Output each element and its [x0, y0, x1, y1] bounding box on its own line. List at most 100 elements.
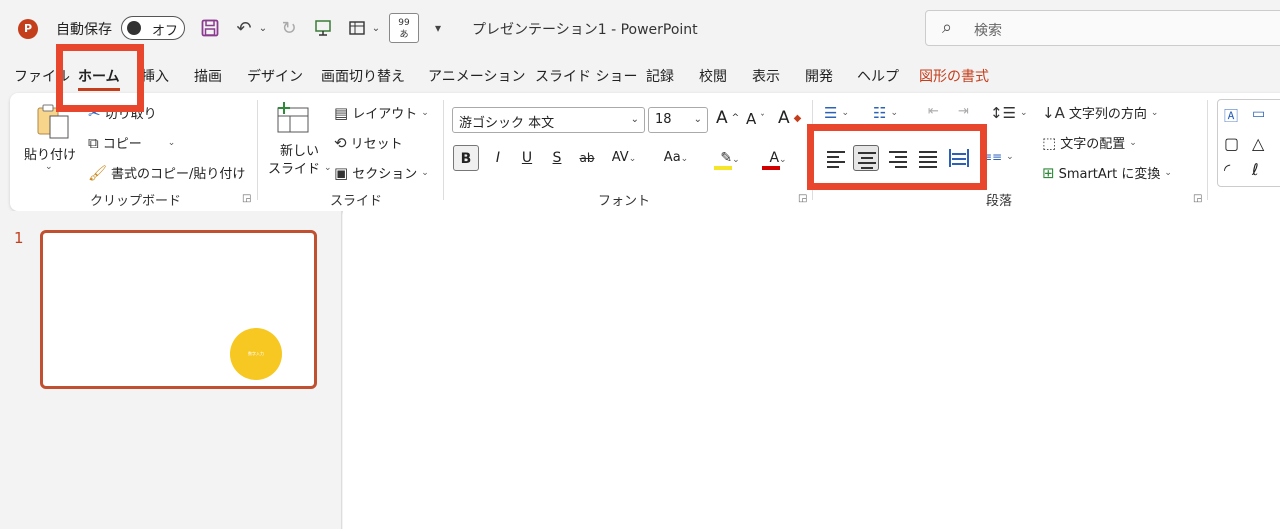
tab-draw[interactable]: 描画 — [194, 66, 222, 86]
rounded-rectangle-icon[interactable]: ▢ — [1224, 134, 1239, 153]
tab-insert[interactable]: 挿入 — [141, 66, 169, 86]
shape-gallery[interactable]: 🄰 ▭ ▢ △ ◜ ℓ — [1217, 99, 1280, 187]
increase-font-size-icon[interactable]: A ^ — [716, 108, 739, 128]
paste-dropdown-icon[interactable]: ⌄ — [45, 162, 53, 172]
scribble-icon[interactable]: ℓ — [1252, 160, 1259, 179]
new-slide-dropdown-icon: ⌄ — [324, 162, 332, 173]
group-separator — [257, 100, 258, 200]
font-color-swatch — [762, 166, 780, 170]
home-tab-highlight — [56, 44, 144, 112]
format-painter-button[interactable]: 🖌 書式のコピー/貼り付け — [88, 163, 246, 183]
layout-icon: ▤ — [334, 103, 349, 122]
bold-icon[interactable]: B — [453, 145, 479, 171]
line-spacing-icon: ↕☰ — [990, 104, 1017, 122]
tab-review[interactable]: 校閲 — [699, 66, 727, 86]
tab-slideshow[interactable]: スライド ショー — [535, 66, 637, 86]
slide-number: 1 — [14, 229, 24, 247]
chevron-down-icon: ⌄ — [841, 108, 849, 118]
customize-quick-access-icon[interactable]: ▾ — [430, 14, 446, 42]
text-box-icon[interactable]: 🄰 — [1224, 106, 1238, 126]
new-slide-label-2: スライド — [268, 162, 321, 177]
badge-top: 99 — [398, 18, 410, 28]
new-slide-button[interactable]: スライド ⌄ — [268, 158, 332, 177]
tab-developer[interactable]: 開発 — [805, 66, 833, 86]
font-name-select[interactable]: 游ゴシック 本文 ⌄ — [452, 107, 645, 133]
align-text-icon: ⬚ — [1042, 133, 1057, 152]
copy-dropdown-icon[interactable]: ⌄ — [168, 138, 176, 148]
powerpoint-logo-icon: P — [18, 19, 38, 39]
paragraph-launcher-icon[interactable]: ◲ — [1193, 193, 1202, 204]
text-direction-label: 文字列の方向 — [1068, 107, 1147, 122]
reset-icon: ⟲ — [334, 133, 347, 152]
slide-canvas[interactable] — [343, 211, 1280, 529]
align-text-button[interactable]: ⬚ 文字の配置 ⌄ — [1042, 133, 1137, 153]
change-case-icon[interactable]: Aa⌄ — [656, 145, 696, 171]
search-box[interactable]: ⌕ 検索 — [925, 10, 1280, 46]
save-icon[interactable] — [199, 14, 221, 42]
numbering-icon: ☷ — [873, 104, 887, 122]
strikethrough-icon[interactable]: ab — [574, 145, 600, 171]
format-painter-label: 書式のコピー/貼り付け — [111, 167, 246, 182]
font-color-icon[interactable]: A⌄ — [760, 145, 796, 171]
slides-group-label: スライド — [330, 194, 383, 209]
quick-access-badge[interactable]: 99 あ — [389, 13, 419, 43]
clipboard-group-label: クリップボード — [90, 194, 182, 209]
autosave-toggle[interactable]: オフ — [121, 16, 185, 40]
paste-button[interactable]: 貼り付け — [24, 144, 76, 163]
smartart-label: SmartArt に変換 — [1058, 167, 1161, 182]
character-spacing-icon[interactable]: AV⌄ — [606, 145, 642, 171]
document-title: プレゼンテーション1 - PowerPoint — [472, 22, 698, 38]
smartart-icon: ⊞ — [1042, 163, 1055, 182]
line-spacing-button[interactable]: ↕☰ ⌄ — [990, 104, 1028, 122]
chevron-down-icon: ⌄ — [1150, 107, 1159, 118]
tab-record[interactable]: 記録 — [646, 66, 674, 86]
layout-button[interactable]: ▤ レイアウト ⌄ — [334, 103, 429, 123]
bullets-button[interactable]: ☰ ⌄ — [824, 104, 849, 122]
text-direction-button[interactable]: ↓A 文字列の方向 ⌄ — [1042, 103, 1159, 123]
present-from-start-icon[interactable] — [312, 14, 334, 42]
increase-indent-icon[interactable]: ⇥ — [958, 104, 969, 119]
decrease-indent-icon[interactable]: ⇤ — [928, 104, 939, 119]
smartart-button[interactable]: ⊞ SmartArt に変換 ⌄ — [1042, 163, 1172, 183]
new-slide-icon[interactable] — [276, 102, 312, 134]
highlight-color-icon[interactable]: ✎⌄ — [712, 145, 748, 171]
badge-bottom: あ — [399, 30, 409, 40]
bullets-icon: ☰ — [824, 104, 838, 122]
tab-design[interactable]: デザイン — [247, 66, 303, 86]
clipboard-launcher-icon[interactable]: ◲ — [242, 193, 251, 204]
chevron-down-icon: ⌄ — [630, 114, 639, 125]
undo-icon[interactable]: ↶ — [233, 14, 255, 42]
text-shadow-icon[interactable]: S — [544, 145, 570, 171]
tab-shape-format[interactable]: 図形の書式 — [919, 66, 989, 86]
tab-transitions[interactable]: 画面切り替え — [321, 66, 405, 86]
numbering-button[interactable]: ☷ ⌄ — [873, 104, 898, 122]
table-dropdown-icon[interactable]: ⌄ — [371, 14, 381, 42]
undo-dropdown-icon[interactable]: ⌄ — [257, 14, 269, 42]
vertical-text-box-icon[interactable]: ▭ — [1252, 106, 1265, 122]
font-launcher-icon[interactable]: ◲ — [798, 193, 807, 204]
section-button[interactable]: ▣ セクション ⌄ — [334, 163, 429, 183]
underline-icon[interactable]: U — [514, 145, 540, 171]
align-text-label: 文字の配置 — [1060, 137, 1126, 152]
toggle-knob — [127, 21, 141, 35]
tab-help[interactable]: ヘルプ — [857, 66, 899, 86]
italic-icon[interactable]: I — [485, 145, 511, 171]
clear-formatting-icon[interactable]: A ◆ — [778, 108, 801, 128]
copy-button[interactable]: ⧉ コピー ⌄ — [88, 133, 176, 153]
chevron-down-icon: ⌄ — [890, 108, 898, 118]
new-slide-label-1[interactable]: 新しい — [280, 140, 319, 159]
group-separator — [1207, 100, 1208, 200]
autosave-state: オフ — [152, 24, 179, 39]
alignment-highlight — [807, 124, 987, 190]
redo-icon[interactable]: ↻ — [278, 14, 300, 42]
search-icon: ⌕ — [942, 17, 953, 38]
reset-button[interactable]: ⟲ リセット — [334, 133, 403, 153]
tab-view[interactable]: 表示 — [752, 66, 780, 86]
freeform-icon[interactable]: ◜ — [1224, 160, 1230, 179]
chevron-down-icon: ⌄ — [1006, 152, 1014, 162]
triangle-icon[interactable]: △ — [1252, 134, 1264, 153]
font-size-select[interactable]: 18 ⌄ — [648, 107, 708, 133]
decrease-font-size-icon[interactable]: Aˇ — [746, 110, 765, 128]
tab-animations[interactable]: アニメーション — [428, 66, 525, 86]
table-icon[interactable] — [346, 14, 368, 42]
